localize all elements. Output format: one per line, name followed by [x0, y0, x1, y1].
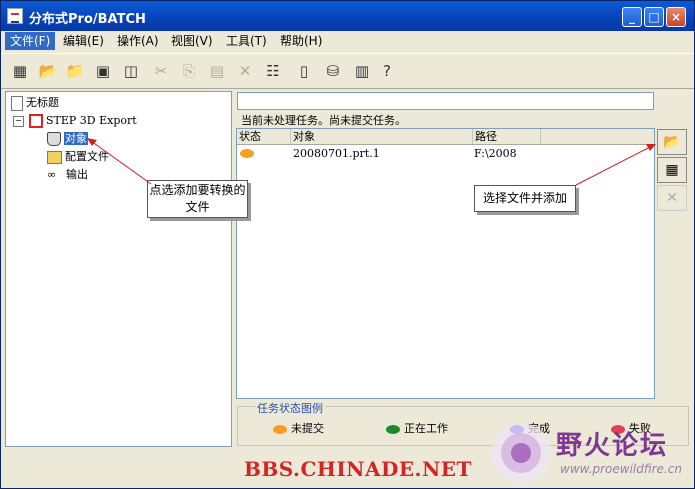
watermark-url: BBS.CHINADE.NET — [244, 457, 472, 481]
watermark-logo-url: www.proewildfire.cn — [560, 462, 682, 476]
app-window: 分布式Pro/BATCH _ □ × 文件(F) 编辑(E) 操作(A) 视图(… — [0, 0, 695, 489]
watermark-logo-title: 野火论坛 — [556, 431, 669, 461]
annotation-arrows — [87, 138, 656, 186]
